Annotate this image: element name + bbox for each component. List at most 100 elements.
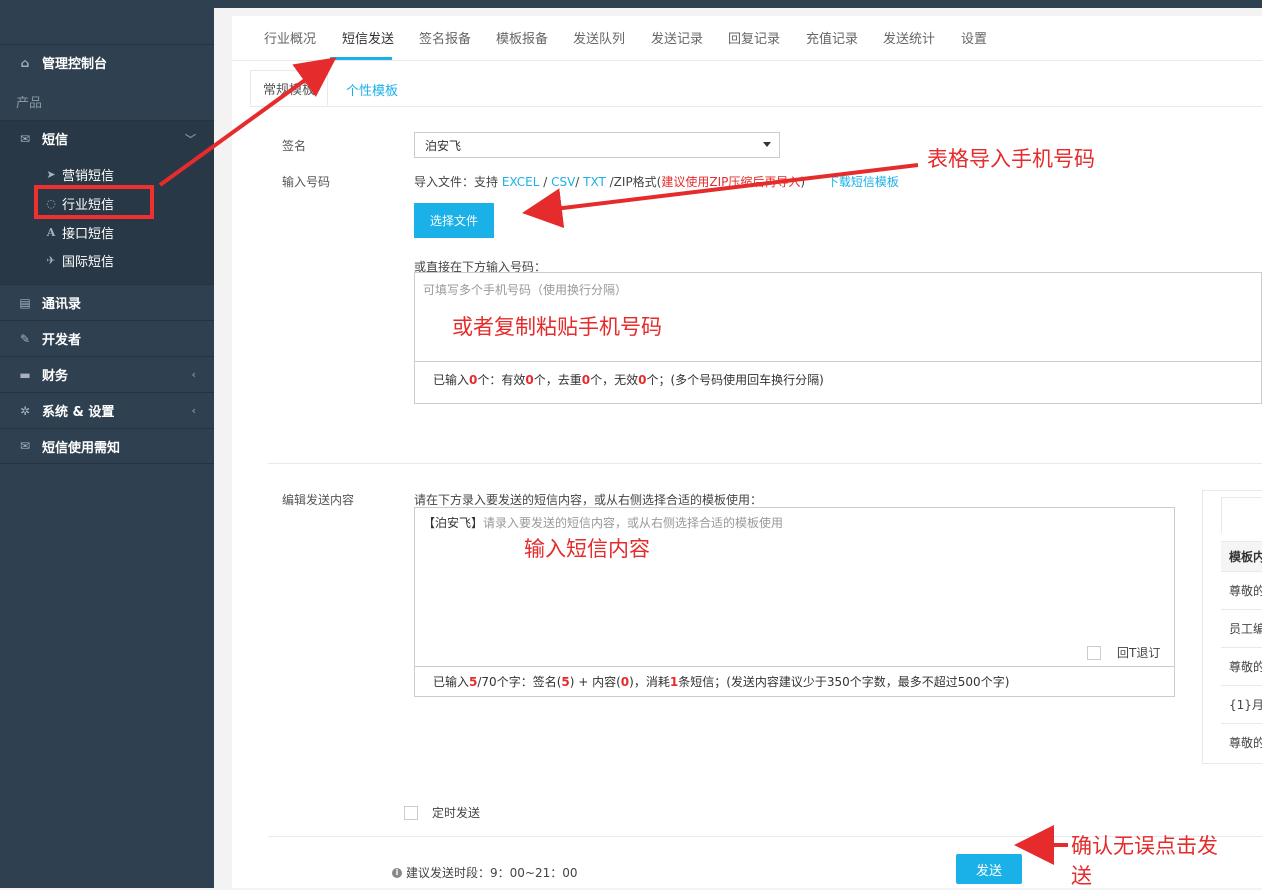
template-row[interactable]: {1}月： — [1221, 685, 1262, 723]
separator: / — [539, 175, 552, 189]
content-signature-prefix: 【泊安飞】 — [423, 516, 484, 530]
status-part: 条短信；(发送内容建议少于350个字数，最多不超过500个字) — [678, 675, 1010, 689]
phone-input-placeholder: 可填写多个手机号码（使用换行分隔） — [423, 283, 628, 297]
subtab-personal[interactable]: 个性模板 — [346, 80, 398, 99]
signature-label: 签名 — [282, 139, 307, 153]
top-bar — [0, 0, 1262, 8]
scheduled-send-checkbox[interactable] — [404, 805, 418, 820]
contacts-icon: ▤ — [19, 295, 31, 310]
scheduled-send-label: 定时发送 — [432, 806, 481, 820]
template-column-header: 模板内 — [1221, 541, 1262, 571]
phone-status-bar: 已输入0个：有效0个，去重0个，无效0个；(多个号码使用回车换行分隔) — [415, 361, 1261, 404]
wrench-icon: ✎ — [19, 331, 31, 346]
status-count: 1 — [669, 675, 679, 689]
send-button[interactable]: 发送 — [956, 854, 1022, 884]
phone-status-text: 已输入0个：有效0个，去重0个，无效0个；(多个号码使用回车换行分隔) — [433, 371, 824, 388]
tab-statistics[interactable]: 发送统计 — [883, 28, 935, 47]
annotation-content: 输入短信内容 — [524, 537, 650, 561]
sidebar-item-finance[interactable]: ▬ 财务 ‹ — [0, 356, 214, 392]
sidebar-subitem-api[interactable]: A 接口短信 — [44, 220, 114, 244]
font-icon: A — [46, 225, 56, 239]
subtab-normal[interactable]: 常规模板 — [250, 70, 328, 106]
status-part: ) + 内容( — [569, 675, 621, 689]
sidebar-item-dashboard[interactable]: ⌂ 管理控制台 — [0, 44, 214, 80]
format-csv: CSV — [551, 175, 576, 189]
sidebar-subitem-international[interactable]: ✈ 国际短信 — [44, 248, 114, 272]
content-status-bar: 已输入5/70个字：签名(5) + 内容(0)，消耗1条短信；(发送内容建议少于… — [415, 666, 1174, 697]
sidebar-item-label: 通讯录 — [42, 297, 82, 312]
sidebar-item-label: 开发者 — [42, 333, 82, 348]
status-part: 个；(多个号码使用回车换行分隔) — [646, 373, 824, 387]
tab-sms-send[interactable]: 短信发送 — [342, 28, 394, 47]
chevron-down-icon: ﹀ — [185, 132, 196, 146]
tab-template[interactable]: 模板报备 — [496, 28, 548, 47]
status-part: )，消耗 — [629, 675, 670, 689]
sidebar-item-notice[interactable]: ✉ 短信使用需知 — [0, 428, 214, 464]
sidebar-item-label: 系统 & 设置 — [42, 405, 115, 420]
annotation-paste: 或者复制粘贴手机号码 — [452, 315, 662, 339]
tab-settings[interactable]: 设置 — [961, 28, 987, 47]
status-part: 个，无效 — [590, 373, 639, 387]
sidebar-submenu: ➤ 营销短信 ◌ 行业短信 A 接口短信 ✈ 国际短信 — [0, 156, 214, 284]
tab-reply-records[interactable]: 回复记录 — [728, 28, 780, 47]
info-icon: i — [392, 867, 402, 878]
content-text: 【泊安飞】请录入要发送的短信内容，或从右侧选择合适的模板使用 — [423, 514, 783, 531]
zip-text: /ZIP格式( — [605, 175, 662, 189]
home-icon: ⌂ — [20, 55, 30, 70]
status-count: 0 — [525, 373, 534, 387]
signature-value: 泊安飞 — [425, 138, 462, 153]
chevron-left-icon: ‹ — [191, 368, 196, 381]
content-placeholder: 请录入要发送的短信内容，或从右侧选择合适的模板使用 — [483, 516, 784, 530]
status-count: 5 — [561, 675, 570, 689]
tab-send-records[interactable]: 发送记录 — [651, 28, 703, 47]
format-txt: TXT — [583, 175, 606, 189]
caret-down-icon — [763, 142, 771, 147]
send-icon: ➤ — [46, 167, 56, 181]
sidebar-item-label: 管理控制台 — [42, 57, 108, 72]
zip-advice: 建议使用ZIP压缩后再导入 — [661, 175, 801, 189]
sidebar-item-developer[interactable]: ✎ 开发者 — [0, 320, 214, 356]
sidebar-subitem-label: 接口短信 — [62, 226, 115, 242]
status-part: 已输入 — [433, 373, 470, 387]
zip-close: ) — [800, 175, 806, 189]
reply-td-option[interactable]: 回T退订 — [1087, 644, 1160, 661]
status-part: 已输入 — [433, 675, 470, 689]
template-row[interactable]: 员工编 — [1221, 609, 1262, 647]
template-row[interactable]: 尊敬的 — [1221, 571, 1262, 609]
tab-queue[interactable]: 发送队列 — [573, 28, 625, 47]
status-part: 个：有效 — [477, 373, 526, 387]
reply-td-checkbox[interactable] — [1087, 645, 1101, 660]
number-label: 输入号码 — [282, 175, 331, 189]
sidebar-item-label: 短信使用需知 — [42, 440, 121, 456]
active-tab-indicator — [330, 57, 392, 60]
tab-recharge[interactable]: 充值记录 — [806, 28, 858, 47]
signature-select[interactable]: 泊安飞 — [414, 132, 780, 158]
template-row[interactable]: 尊敬的 — [1221, 647, 1262, 685]
reply-td-label: 回T退订 — [1117, 646, 1161, 660]
download-template-link[interactable]: 下载短信模板 — [827, 175, 899, 189]
mail-icon: ✉ — [19, 439, 31, 453]
tab-overview[interactable]: 行业概况 — [264, 28, 316, 47]
choose-file-button[interactable]: 选择文件 — [414, 203, 494, 238]
status-count: 0 — [620, 675, 630, 689]
format-excel: EXCEL — [501, 175, 540, 189]
tab-signature[interactable]: 签名报备 — [419, 28, 471, 47]
sidebar-item-label: 短信 — [42, 133, 69, 148]
import-description: 导入文件：支持 EXCEL / CSV/ TXT /ZIP格式(建议使用ZIP压… — [414, 173, 899, 190]
chevron-left-icon: ‹ — [191, 404, 196, 417]
sidebar-subitem-label: 营销短信 — [62, 168, 115, 184]
scheduled-send-option[interactable]: 定时发送 — [404, 804, 480, 821]
sidebar-subitem-marketing[interactable]: ➤ 营销短信 — [44, 162, 114, 186]
content-hint: 请在下方录入要发送的短信内容，或从右侧选择合适的模板使用： — [414, 493, 763, 507]
sidebar-item-settings[interactable]: ✲ 系统 & 设置 ‹ — [0, 392, 214, 428]
highlight-box — [34, 185, 154, 219]
status-count: 0 — [581, 373, 591, 387]
content-label: 编辑发送内容 — [282, 493, 355, 507]
sidebar-item-sms[interactable]: ✉ 短信 ﹀ — [0, 120, 214, 156]
sidebar-item-label: 财务 — [42, 369, 69, 384]
template-row[interactable]: 尊敬的 — [1221, 723, 1262, 761]
sidebar-item-contacts[interactable]: ▤ 通讯录 — [0, 284, 214, 320]
template-panel-tab[interactable] — [1221, 497, 1262, 533]
card-icon: ▬ — [19, 367, 31, 382]
mail-icon: ✉ — [19, 131, 31, 146]
